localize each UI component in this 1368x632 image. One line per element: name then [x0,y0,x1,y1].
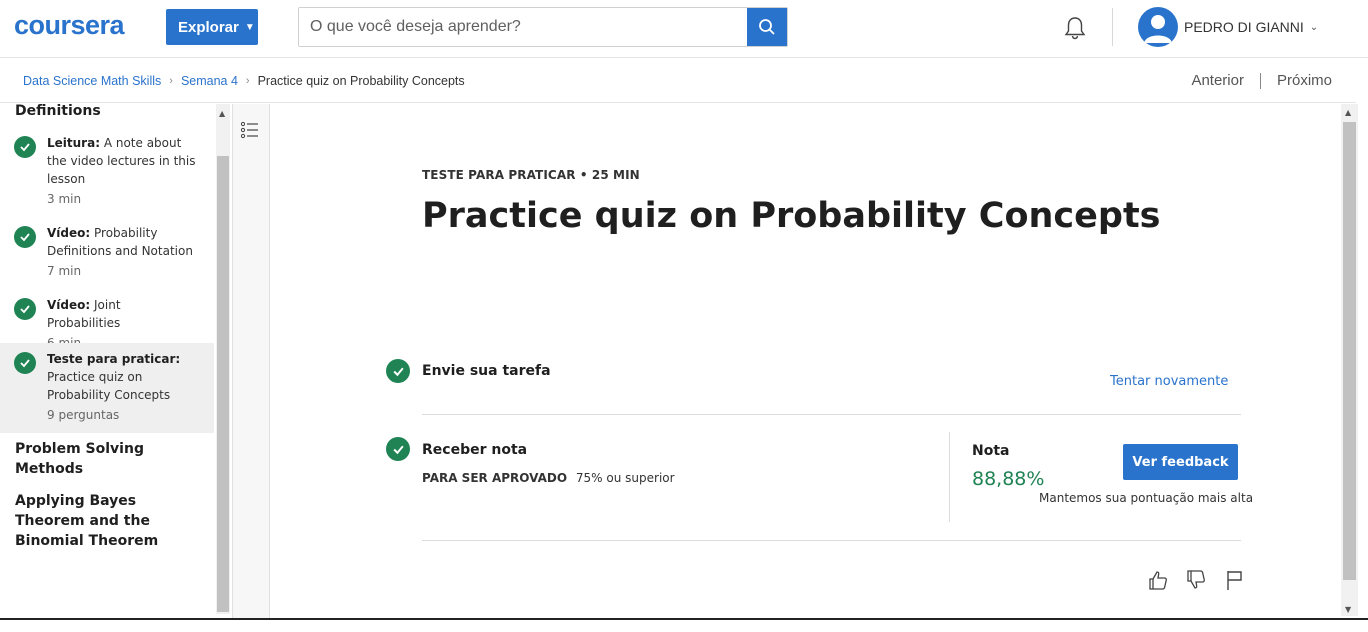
user-menu[interactable]: PEDRO DI GIANNI ⌄ [1184,19,1318,35]
passing-value: 75% ou superior [575,471,675,485]
check-icon [14,352,36,374]
item-type: Vídeo: [47,226,91,240]
main-content: TESTE PARA PRATICAR • 25 MIN Practice qu… [272,104,1340,620]
user-icon [1144,15,1172,43]
sidebar-item-video-definitions[interactable]: Vídeo: Probability Definitions and Notat… [0,220,214,286]
top-navbar: coursera Explorar ▼ PEDRO DI GIANNI ⌄ [0,0,1368,58]
sidebar-item-video-joint[interactable]: Vídeo: Joint Probabilities 6 min [0,292,214,350]
scrollbar-thumb[interactable] [217,156,229,612]
main-scrollbar[interactable]: ▲ ▼ [1341,104,1358,616]
item-duration: 7 min [47,264,82,278]
item-title: Practice quiz on Probability Concepts [47,370,171,402]
scroll-up-arrow-icon[interactable]: ▲ [1345,108,1351,117]
passing-requirement: PARA SER APROVADO 75% ou superior [422,471,675,485]
breadcrumb-bar: Data Science Math Skills › Semana 4 › Pr… [0,59,1356,103]
explore-label: Explorar [178,18,239,36]
check-icon [14,298,36,320]
check-icon [14,136,36,158]
step-submit-label: Envie sua tarefa [422,363,551,379]
chevron-down-icon: ⌄ [1309,21,1319,33]
item-type: Leitura: [47,136,100,150]
grade-value: 88,88% [972,468,1045,490]
page-title: Practice quiz on Probability Concepts [422,196,1161,236]
sidebar-item-practice-quiz[interactable]: Teste para praticar: Practice quiz on Pr… [0,343,214,433]
item-duration: 3 min [47,192,82,206]
nav-divider [1259,72,1261,89]
header-divider [1112,8,1113,46]
check-icon [386,359,410,383]
check-icon [14,226,36,248]
breadcrumb: Data Science Math Skills › Semana 4 › Pr… [23,74,465,88]
section-title-problem-solving[interactable]: Problem Solving Methods [15,439,205,479]
item-type: Vídeo: [47,298,91,312]
retry-link[interactable]: Tentar novamente [1110,374,1228,389]
scrollbar-thumb[interactable] [1343,122,1356,580]
username-label: PEDRO DI GIANNI [1184,19,1304,35]
coursera-logo[interactable]: coursera [14,10,125,41]
chevron-right-icon: › [169,75,173,87]
item-type: Teste para praticar: [47,352,181,366]
item-duration: 9 perguntas [47,408,120,422]
search-bar [298,7,788,47]
search-input[interactable] [299,8,747,46]
thumbs-up-icon[interactable] [1146,568,1170,592]
breadcrumb-week[interactable]: Semana 4 [181,74,238,88]
prev-next-nav: Anterior Próximo [1191,72,1332,89]
section-title-bayes[interactable]: Applying Bayes Theorem and the Binomial … [15,491,205,551]
search-icon [759,19,775,35]
item-kicker: TESTE PARA PRATICAR • 25 MIN [422,168,640,182]
step-grade-label: Receber nota [422,442,528,458]
thumbs-down-icon[interactable] [1184,568,1208,592]
divider [422,414,1241,415]
feedback-icons [1146,568,1246,592]
sidebar-toggle-rail [232,104,270,620]
check-icon [386,437,410,461]
breadcrumb-course[interactable]: Data Science Math Skills [23,74,161,88]
list-menu-icon[interactable] [240,120,260,140]
sidebar-scrollbar[interactable]: ▲ [216,104,230,614]
next-link[interactable]: Próximo [1277,72,1332,89]
passing-label: PARA SER APROVADO [422,471,568,485]
breadcrumb-current: Practice quiz on Probability Concepts [257,74,465,88]
course-sidebar: Definitions Leitura: A note about the vi… [0,104,214,616]
previous-link[interactable]: Anterior [1191,72,1244,89]
divider [949,432,950,522]
grade-label: Nota [972,443,1010,459]
user-avatar[interactable] [1138,7,1178,47]
view-feedback-button[interactable]: Ver feedback [1123,444,1238,480]
search-button[interactable] [747,8,787,46]
scroll-up-arrow-icon[interactable]: ▲ [219,109,225,118]
highest-score-note: Mantemos sua pontuação mais alta [1039,491,1254,505]
bottom-strip [0,620,1368,632]
divider [422,540,1241,541]
sidebar-item-reading[interactable]: Leitura: A note about the video lectures… [0,130,214,214]
explore-button[interactable]: Explorar ▼ [166,9,258,45]
section-title-definitions[interactable]: Definitions [15,104,205,121]
chevron-right-icon: › [245,75,250,87]
scroll-down-arrow-icon[interactable]: ▼ [1345,605,1351,614]
chevron-down-icon: ▼ [244,21,255,33]
notifications-bell-icon[interactable] [1062,15,1088,41]
flag-icon[interactable] [1222,568,1246,592]
